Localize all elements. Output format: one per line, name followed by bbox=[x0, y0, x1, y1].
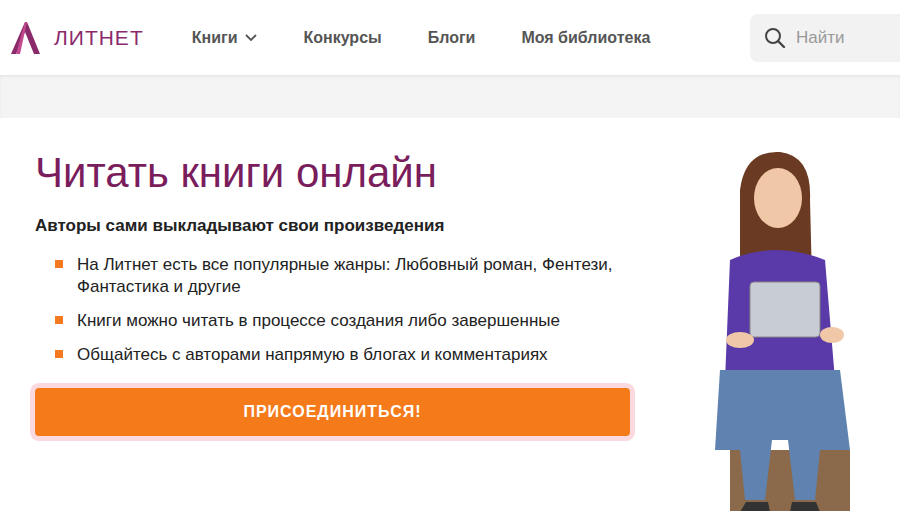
feature-item: Книги можно читать в процессе создания л… bbox=[55, 310, 630, 332]
chevron-down-icon bbox=[245, 34, 257, 42]
search-field[interactable]: Найти bbox=[750, 14, 900, 62]
hero-content: Читать книги онлайн Авторы сами выкладыва… bbox=[35, 118, 630, 511]
hero-subtitle: Авторы сами выкладывают свои произведени… bbox=[35, 216, 630, 236]
bullet-icon bbox=[55, 260, 63, 268]
reader-photo-icon bbox=[700, 150, 870, 511]
grey-strip bbox=[0, 75, 900, 118]
nav-item[interactable]: Блоги bbox=[428, 29, 476, 47]
feature-item: На Литнет есть все популярные жанры: Люб… bbox=[55, 254, 630, 298]
bullet-icon bbox=[55, 316, 63, 324]
logo-icon bbox=[8, 20, 42, 56]
hero-photo bbox=[700, 118, 870, 511]
nav-item[interactable]: Книги bbox=[192, 29, 258, 47]
search-icon bbox=[764, 27, 786, 49]
nav-item[interactable]: Конкурсы bbox=[303, 29, 381, 47]
page: ЛИТНЕТ Книги Конкурсы Блоги Моя библиотека На… bbox=[0, 0, 900, 511]
feature-list: На Литнет есть все популярные жанры: Люб… bbox=[35, 254, 630, 366]
join-button[interactable]: ПРИСОЕДИНИТЬСЯ! bbox=[35, 388, 630, 436]
logo-text: ЛИТНЕТ bbox=[54, 26, 144, 50]
nav-item[interactable]: Моя библиотека bbox=[521, 29, 650, 47]
hero: Читать книги онлайн Авторы сами выкладыва… bbox=[0, 118, 900, 511]
hero-title: Читать книги онлайн bbox=[35, 148, 630, 198]
main-nav: Книги Конкурсы Блоги Моя библиотека bbox=[192, 29, 651, 47]
logo[interactable]: ЛИТНЕТ bbox=[8, 20, 144, 56]
bullet-icon bbox=[55, 350, 63, 358]
header: ЛИТНЕТ Книги Конкурсы Блоги Моя библиотека На… bbox=[0, 0, 900, 75]
search-placeholder: Найти bbox=[796, 28, 845, 48]
feature-item: Общайтесь с авторами напрямую в блогах и… bbox=[55, 344, 630, 366]
